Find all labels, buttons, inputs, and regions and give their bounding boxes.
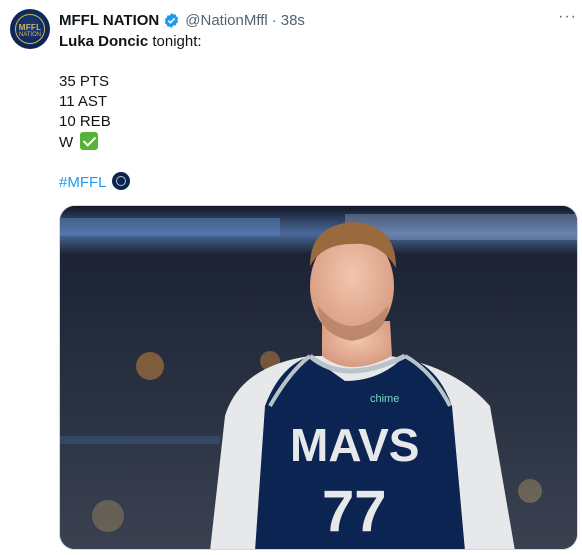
timestamp[interactable]: 38s bbox=[281, 12, 305, 29]
sponsor-logo: chime bbox=[370, 393, 399, 405]
avatar-text: MFFL bbox=[18, 23, 42, 32]
tweet-line-1: Luka Doncic tonight: bbox=[59, 32, 202, 52]
player-name: Luka Doncic bbox=[59, 33, 149, 50]
stat-assists: 11 AST bbox=[59, 93, 108, 110]
verified-badge-icon bbox=[165, 12, 179, 28]
avatar-subtext: NATION bbox=[18, 32, 42, 38]
author-handle[interactable]: @NationMffl bbox=[185, 12, 267, 29]
stat-points: 35 PTS bbox=[59, 73, 110, 90]
more-options-icon[interactable]: ··· bbox=[558, 9, 578, 28]
separator-dot: · bbox=[271, 11, 277, 29]
player-photo: MAVS 77 chime bbox=[60, 206, 577, 549]
tonight-text: tonight: bbox=[148, 33, 202, 50]
stat-rebounds: 10 REB bbox=[59, 113, 111, 130]
result-text: W bbox=[59, 134, 74, 151]
avatar[interactable]: MFFL NATION bbox=[10, 9, 50, 49]
author-name[interactable]: MFFL NATION bbox=[59, 12, 159, 29]
jersey-number: 77 bbox=[322, 479, 387, 544]
hashtag-line: #MFFL bbox=[59, 172, 131, 193]
mavericks-logo-icon bbox=[112, 172, 131, 190]
game-result: W bbox=[59, 132, 99, 153]
tweet-header: MFFL NATION @NationMffl · 38s bbox=[59, 10, 305, 30]
jersey-text: MAVS bbox=[290, 419, 420, 471]
hashtag-link[interactable]: #MFFL bbox=[59, 174, 106, 191]
tweet-media-image[interactable]: MAVS 77 chime bbox=[59, 205, 578, 550]
check-mark-icon bbox=[80, 132, 99, 150]
